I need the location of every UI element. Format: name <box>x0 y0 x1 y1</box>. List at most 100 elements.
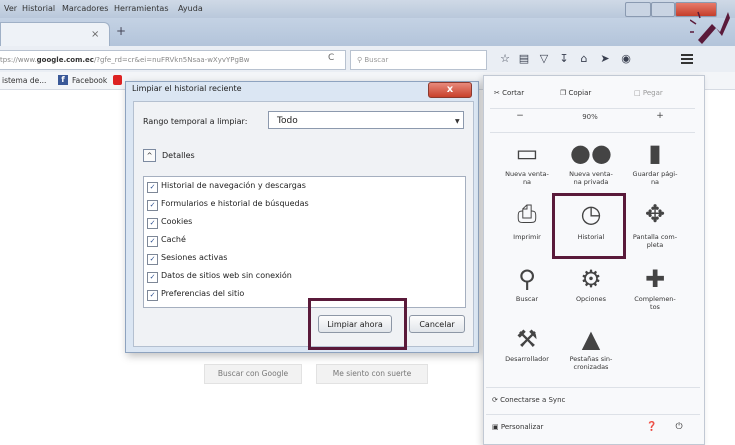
feeling-lucky-button[interactable]: Me siento con suerte <box>316 364 428 384</box>
checkbox[interactable]: ✓ <box>147 182 158 193</box>
clock-icon: ◷ <box>580 200 602 228</box>
zoom-level[interactable]: 90% <box>565 111 615 129</box>
tile-addons[interactable]: Complemen- tos <box>622 295 688 311</box>
bookmark-star-icon[interactable]: ☆ <box>497 51 513 67</box>
details-toggle-button[interactable]: ^ <box>143 149 156 162</box>
copy-icon: ❐ <box>560 89 567 97</box>
divider <box>490 108 695 109</box>
pointer-arrow-icon <box>690 11 730 44</box>
checkbox[interactable]: ✓ <box>147 218 158 229</box>
bookmark-item-facebook[interactable]: Facebook <box>72 76 107 85</box>
tile-new-window[interactable]: Nueva venta- na <box>494 170 560 186</box>
list-item-label: Formularios e historial de búsquedas <box>161 199 309 208</box>
home-icon[interactable]: ⌂ <box>576 51 592 67</box>
url-domain: google.com.ec <box>36 56 94 64</box>
send-icon[interactable]: ➤ <box>597 51 613 67</box>
tile-private-window[interactable]: Nueva venta- na privada <box>558 170 624 186</box>
list-item-label: Cookies <box>161 217 193 226</box>
clear-now-button[interactable]: Limpiar ahora <box>318 315 392 333</box>
tile-search[interactable]: Buscar <box>494 295 560 303</box>
list-item-label: Historial de navegación y descargas <box>161 181 306 190</box>
sync-icon: ⟳ <box>492 396 498 404</box>
maximize-button[interactable] <box>651 2 675 17</box>
mask-icon: ●● <box>570 139 612 167</box>
menu-herramientas[interactable]: Herramientas <box>114 4 169 13</box>
sync-icon[interactable]: ◉ <box>618 51 634 67</box>
dialog-title: Limpiar el historial reciente <box>132 84 242 93</box>
menu-historial[interactable]: Historial <box>22 4 55 13</box>
copy-button[interactable]: ❐ Copiar <box>560 89 624 107</box>
tile-fullscreen[interactable]: Pantalla com- pleta <box>622 233 688 249</box>
search-icon: ⚲ <box>357 56 363 64</box>
list-item-label: Caché <box>161 235 186 244</box>
facebook-icon: f <box>58 75 68 85</box>
cancel-button[interactable]: Cancelar <box>409 315 465 333</box>
fullscreen-icon: ✥ <box>644 200 666 228</box>
tile-developer[interactable]: Desarrollador <box>494 355 560 363</box>
gear-icon: ⚙ <box>580 265 602 293</box>
dialog-close-button[interactable]: x <box>428 82 472 98</box>
paste-icon: □ <box>634 89 641 97</box>
cut-label: Cortar <box>502 89 525 97</box>
list-item-label: Sesiones activas <box>161 253 228 262</box>
wrench-icon: ⚒ <box>516 325 538 353</box>
cut-button[interactable]: ✂ Cortar <box>494 89 558 107</box>
reload-icon[interactable]: C <box>328 53 334 63</box>
bookmark-item-sistema[interactable]: istema de... <box>2 76 46 85</box>
tile-save-page[interactable]: Guardar pági- na <box>622 170 688 186</box>
chevron-down-icon: ▼ <box>455 118 460 125</box>
checkbox[interactable]: ✓ <box>147 290 158 301</box>
tile-print[interactable]: Imprimir <box>494 233 560 241</box>
url-path: /?gfe_rd=cr&ei=nuFRVkn5Nsaa-wXyvYPgBw <box>93 56 250 64</box>
sync-label: Conectarse a Sync <box>500 396 566 404</box>
save-page-icon: ▮ <box>648 139 662 167</box>
minimize-button[interactable] <box>625 2 651 17</box>
tile-history[interactable]: Historial <box>558 233 624 241</box>
tabs-sync-icon: ▲ <box>581 325 601 353</box>
tab-close-icon[interactable]: × <box>91 29 99 40</box>
list-item-label: Preferencias del sitio <box>161 289 245 298</box>
details-label: Detalles <box>162 151 195 160</box>
divider <box>490 132 695 133</box>
checkbox[interactable]: ✓ <box>147 254 158 265</box>
new-tab-button[interactable]: + <box>116 24 126 38</box>
sync-connect-button[interactable]: ⟳ Conectarse a Sync <box>492 388 692 412</box>
print-icon: ⎙ <box>517 200 537 228</box>
customize-label: Personalizar <box>500 423 544 431</box>
checkbox[interactable]: ✓ <box>147 272 158 283</box>
search-input[interactable]: ⚲ Buscar <box>350 50 487 70</box>
zoom-in-button[interactable]: + <box>640 111 680 129</box>
menu-ver[interactable]: Ver <box>4 4 17 13</box>
menu-ayuda[interactable]: Ayuda <box>178 4 203 13</box>
window-icon: ▭ <box>515 139 539 167</box>
tab-strip <box>0 18 735 46</box>
search-placeholder: Buscar <box>364 56 389 64</box>
time-range-select[interactable]: Todo <box>268 111 464 129</box>
paste-label: Pegar <box>642 89 663 97</box>
quit-icon[interactable]: ⏻ <box>672 415 686 439</box>
puzzle-icon: ✚ <box>644 265 666 293</box>
url-bar[interactable]: tps://www.google.com.ec/?gfe_rd=cr&ei=nu… <box>0 50 346 70</box>
paste-button[interactable]: □ Pegar <box>634 89 694 107</box>
tile-synced-tabs[interactable]: Pestañas sin- cronizadas <box>558 355 624 371</box>
customize-icon: ▣ <box>492 423 499 431</box>
checkbox[interactable]: ✓ <box>147 200 158 211</box>
list-item-label: Datos de sitios web sin conexión <box>161 271 292 280</box>
menu-marcadores[interactable]: Marcadores <box>62 4 108 13</box>
google-search-button[interactable]: Buscar con Google <box>204 364 302 384</box>
help-icon[interactable]: ❓ <box>645 415 659 439</box>
search-icon: ⚲ <box>518 265 536 293</box>
tile-options[interactable]: Opciones <box>558 295 624 303</box>
pocket-icon[interactable]: ▽ <box>536 51 552 67</box>
menu-hamburger-icon[interactable] <box>681 52 693 64</box>
tab-google[interactable]: × <box>0 22 110 47</box>
bookmark-red-icon <box>113 75 122 85</box>
customize-button[interactable]: ▣ Personalizar <box>492 415 612 439</box>
bookmarks-list-icon[interactable]: ▤ <box>516 51 532 67</box>
checkbox[interactable]: ✓ <box>147 236 158 247</box>
scissors-icon: ✂ <box>494 89 500 97</box>
time-range-label: Rango temporal a limpiar: <box>143 117 248 126</box>
downloads-icon[interactable]: ↧ <box>556 51 572 67</box>
copy-label: Copiar <box>568 89 592 97</box>
zoom-out-button[interactable]: − <box>500 111 540 129</box>
